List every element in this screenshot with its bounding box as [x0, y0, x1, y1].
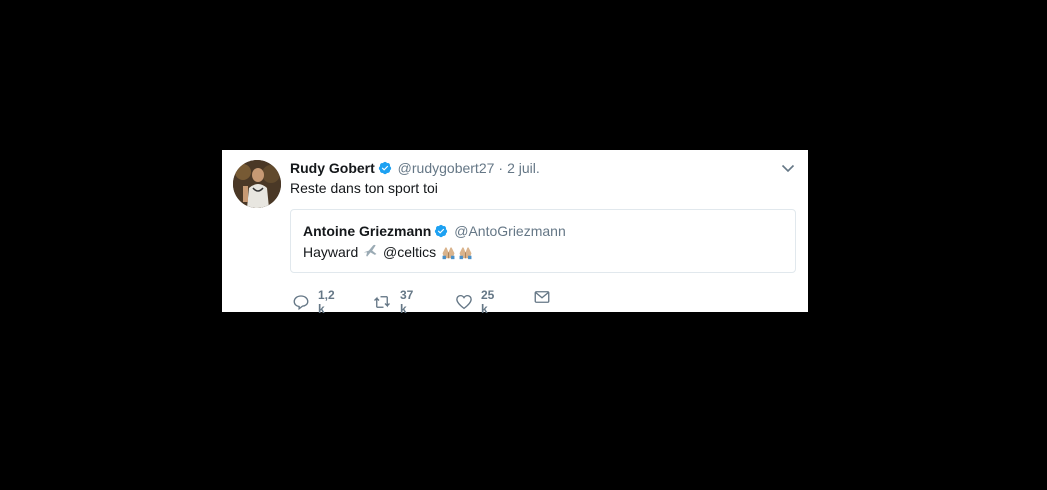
- quoted-author-name: Antoine Griezmann: [303, 223, 432, 239]
- quoted-text-prefix: Hayward: [303, 244, 359, 260]
- author-name[interactable]: Rudy Gobert: [290, 160, 375, 176]
- verified-badge-icon: [434, 224, 448, 242]
- mention-link[interactable]: @celtics: [383, 244, 436, 260]
- retweet-button[interactable]: 37 k: [372, 288, 413, 316]
- tweet-date[interactable]: 2 juil.: [507, 160, 540, 176]
- heart-icon: [455, 293, 473, 311]
- tweet-text: Reste dans ton sport toi: [290, 180, 438, 196]
- reply-count: 1,2 k: [318, 288, 335, 316]
- avatar[interactable]: [233, 160, 281, 208]
- airplane-emoji: [362, 243, 379, 264]
- direct-message-button[interactable]: [533, 288, 551, 306]
- reply-icon: [292, 293, 310, 311]
- like-count: 25 k: [481, 288, 495, 316]
- reply-button[interactable]: 1,2 k: [292, 288, 335, 316]
- retweet-count: 37 k: [400, 288, 414, 316]
- tweet-card[interactable]: Rudy Gobert @rudygobert27 · 2 juil. Reste …: [222, 150, 808, 316]
- folded-hands-emoji: [440, 243, 457, 264]
- separator: ·: [498, 160, 504, 176]
- quoted-text: Hayward @celtics: [303, 243, 474, 264]
- verified-badge-icon: [378, 161, 392, 179]
- like-button[interactable]: 25 k: [455, 288, 494, 316]
- author-handle[interactable]: @rudygobert27: [398, 160, 495, 176]
- quoted-author-handle: @AntoGriezmann: [454, 223, 566, 239]
- chevron-down-icon[interactable]: [780, 160, 796, 176]
- quoted-header: Antoine Griezmann @AntoGriezmann: [303, 222, 566, 242]
- envelope-icon: [533, 288, 551, 306]
- folded-hands-emoji: [457, 243, 474, 264]
- tweet-header: Rudy Gobert @rudygobert27 · 2 juil.: [290, 159, 540, 179]
- retweet-icon: [372, 293, 392, 311]
- quoted-tweet[interactable]: Antoine Griezmann @AntoGriezmann Hayward…: [290, 209, 796, 273]
